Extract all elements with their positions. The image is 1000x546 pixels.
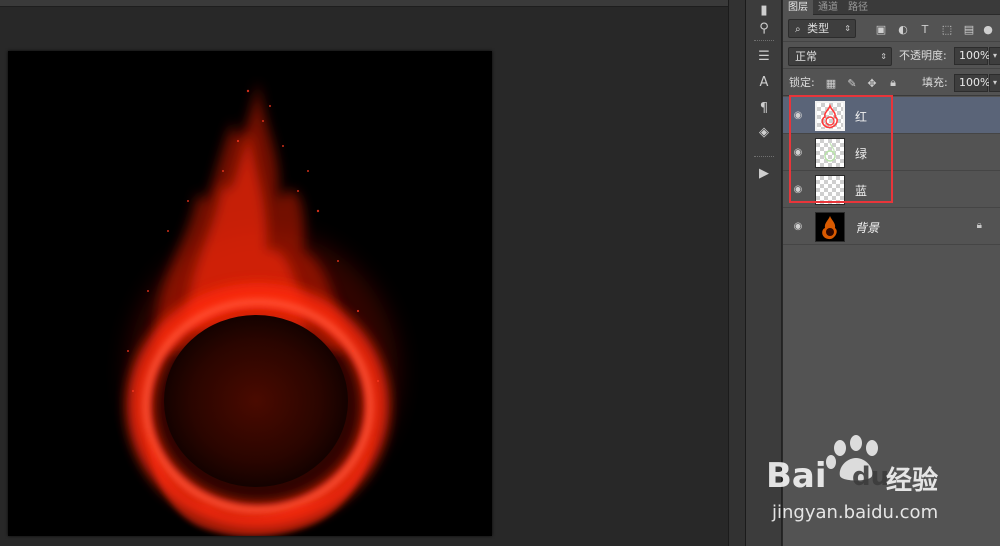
tab-channels[interactable]: 通道 [813, 0, 843, 15]
layer-filter-row: ⌕ 类型 ⇕ ▣ ◐ T ⬚ ▤ ● [783, 16, 1000, 42]
workspace-top-bar [0, 0, 728, 7]
image-canvas[interactable] [8, 51, 492, 536]
lock-position-icon[interactable]: ✥ [865, 76, 879, 90]
layer-row-green[interactable]: ◉ 绿 [783, 134, 1000, 171]
panel-tab-bar: 图层 通道 路径 [783, 0, 1000, 15]
fill-label: 填充: [922, 76, 948, 89]
opacity-label: 不透明度: [899, 49, 947, 62]
fill-dropdown-arrow-icon[interactable]: ▾ [989, 74, 1000, 92]
layers-panel: 图层 通道 路径 ⌕ 类型 ⇕ ▣ ◐ T ⬚ ▤ ● 正常 ⇕ 不透明度: 1… [783, 0, 1000, 546]
layer-thumbnail-red [815, 101, 845, 131]
tab-layers[interactable]: 图层 [783, 0, 813, 15]
adjustments-icon[interactable]: ☰ [752, 46, 776, 66]
layer-row-red[interactable]: ◉ 红 [783, 97, 1000, 134]
updown-arrow-icon: ⇕ [844, 24, 851, 33]
layer-name[interactable]: 蓝 [855, 182, 867, 199]
play-icon[interactable]: ▶ [752, 163, 776, 183]
layer-name[interactable]: 背景 [855, 219, 879, 236]
layer-thumbnail-blue [815, 175, 845, 205]
red-flame-thumbnail [821, 103, 838, 129]
type-filter-icon[interactable]: T [918, 22, 932, 36]
tab-paths[interactable]: 路径 [843, 0, 873, 15]
lock-all-icon[interactable]: 🔒︎ [886, 76, 900, 90]
shape-filter-icon[interactable]: ⬚ [940, 22, 954, 36]
lock-transparent-icon[interactable]: ▦ [824, 76, 838, 90]
layer-row-background[interactable]: ◉ 背景 🔒︎ [783, 208, 1000, 245]
blend-mode-value: 正常 [795, 50, 817, 63]
layer-list: ◉ 红 ◉ 绿 ◉ 蓝 ◉ 背景 🔒︎ [783, 97, 1000, 246]
blend-row: 正常 ⇕ 不透明度: 100% ▾ [783, 43, 1000, 69]
3d-icon[interactable]: ◈ [752, 122, 776, 142]
opacity-dropdown-arrow-icon[interactable]: ▾ [989, 47, 1000, 65]
blend-mode-dropdown[interactable]: 正常 ⇕ [788, 47, 892, 66]
brush-preset-icon[interactable]: ⚲ [752, 18, 776, 38]
tool-separator [754, 40, 774, 41]
eye-icon[interactable]: ◉ [792, 146, 804, 158]
history-icon[interactable]: ▮ [752, 0, 776, 20]
lock-label: 锁定: [789, 76, 815, 89]
eye-icon[interactable]: ◉ [792, 220, 804, 232]
eye-icon[interactable]: ◉ [792, 183, 804, 195]
fire-thumbnail [816, 213, 844, 241]
lock-image-icon[interactable]: ✎ [845, 76, 859, 90]
fill-input[interactable]: 100% [954, 74, 990, 92]
tool-separator [754, 156, 774, 157]
green-flame-thumbnail [824, 142, 836, 162]
document-workspace [0, 0, 728, 546]
eye-icon[interactable]: ◉ [792, 109, 804, 121]
panel-tool-strip: ▮ ⚲ ☰ A ¶ ◈ ▶ [746, 0, 782, 546]
fire-ring-image [8, 51, 492, 536]
opacity-input[interactable]: 100% [954, 47, 990, 65]
filter-type-dropdown[interactable]: ⌕ 类型 ⇕ [788, 19, 856, 38]
filter-toggle-icon[interactable]: ● [982, 22, 994, 36]
character-icon[interactable]: A [752, 72, 776, 92]
layer-name[interactable]: 红 [855, 108, 867, 125]
smart-object-filter-icon[interactable]: ▤ [962, 22, 976, 36]
paragraph-icon[interactable]: ¶ [752, 98, 776, 118]
lock-icon: 🔒︎ [976, 220, 982, 231]
layer-thumbnail-green [815, 138, 845, 168]
updown-arrow-icon: ⇕ [880, 52, 887, 61]
lock-row: 锁定: ▦ ✎ ✥ 🔒︎ 填充: 100% ▾ [783, 70, 1000, 96]
layer-thumbnail-background [815, 212, 845, 242]
adjustment-filter-icon[interactable]: ◐ [896, 22, 910, 36]
search-icon: ⌕ [795, 24, 801, 35]
layer-name[interactable]: 绿 [855, 145, 867, 162]
panel-divider[interactable] [728, 0, 746, 546]
layer-row-blue[interactable]: ◉ 蓝 [783, 171, 1000, 208]
pixel-filter-icon[interactable]: ▣ [874, 22, 888, 36]
filter-type-label: 类型 [807, 22, 830, 35]
